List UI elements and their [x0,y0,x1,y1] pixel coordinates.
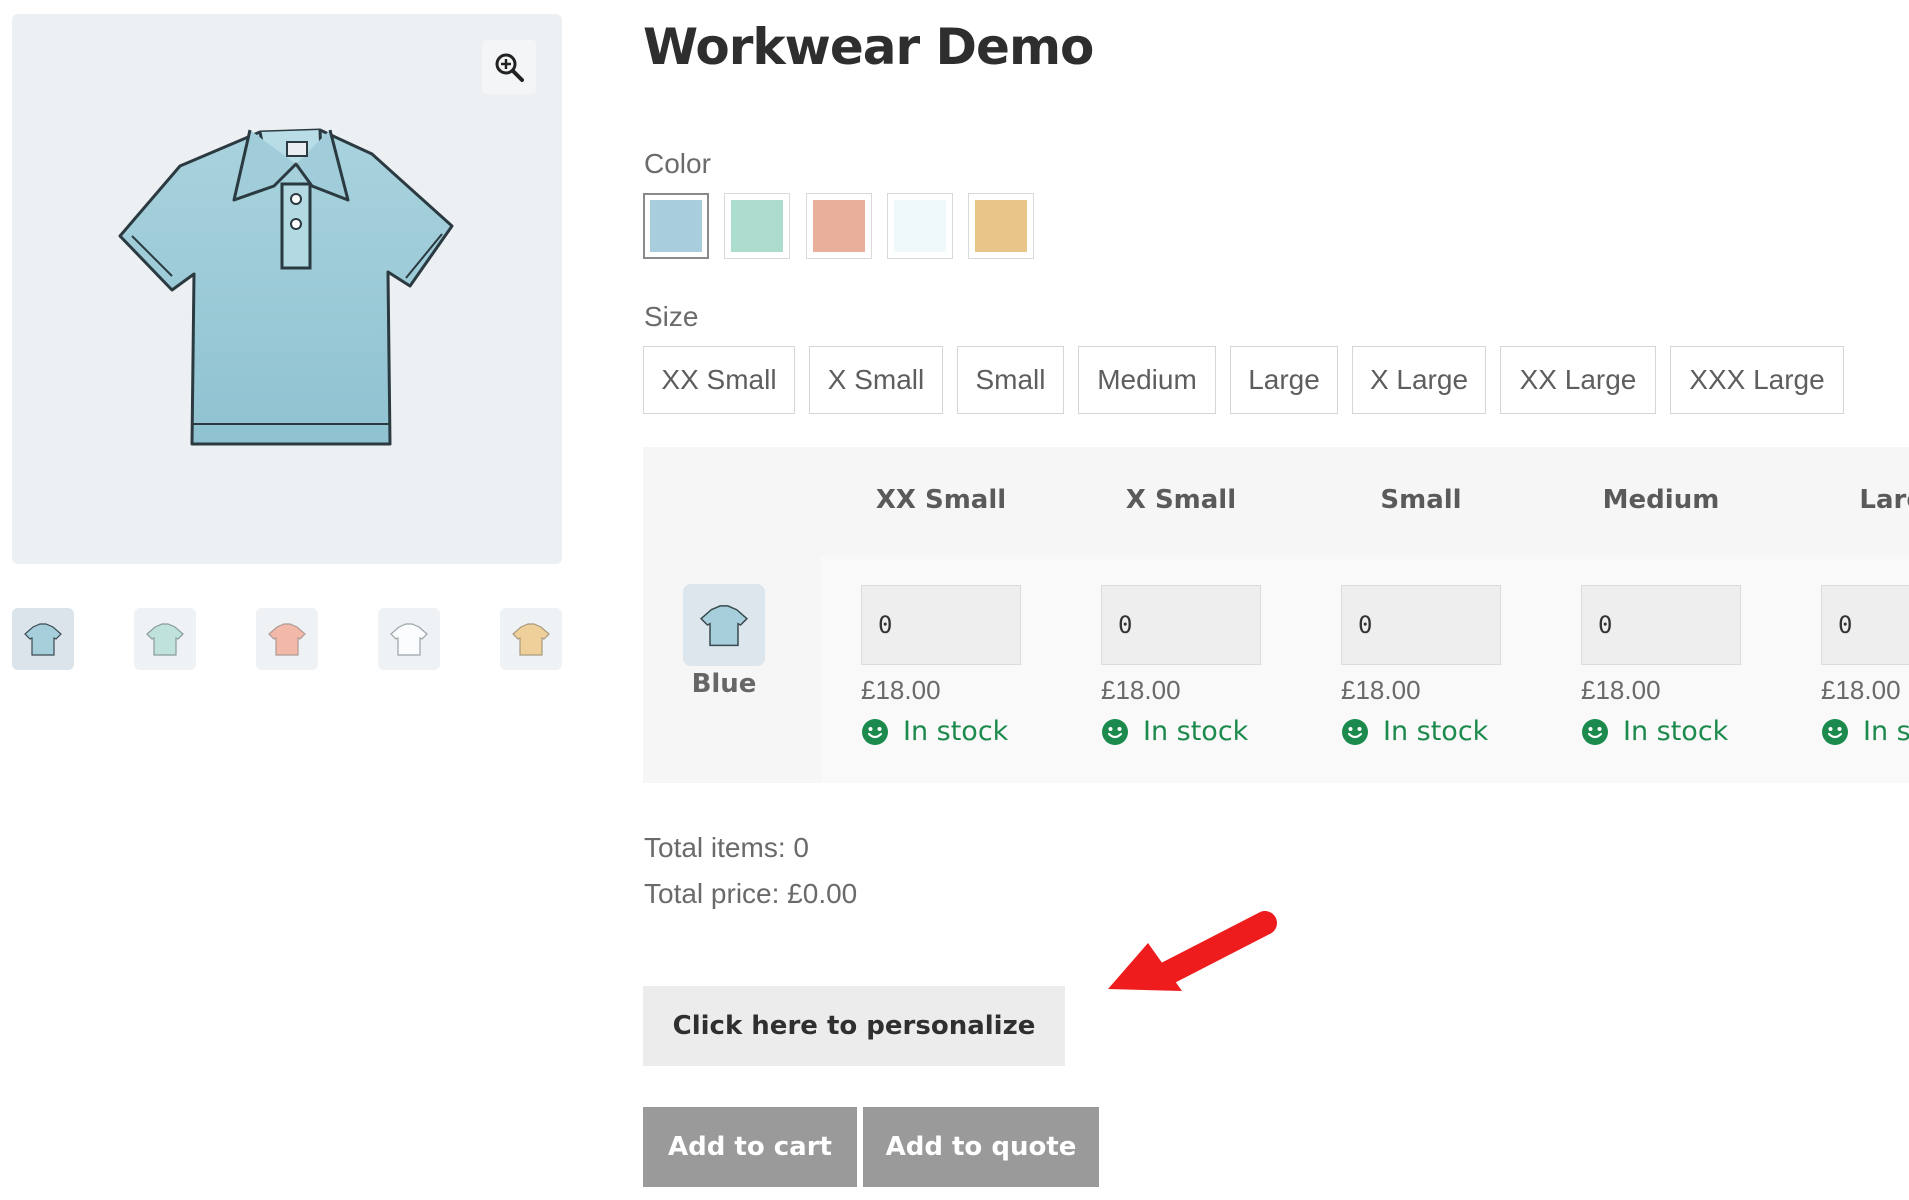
price-text: £18.00 [1341,675,1421,705]
total-price: Total price: £0.00 [644,878,858,909]
smiley-icon [1582,718,1608,745]
stock-text: In stock [1863,716,1909,747]
thumbnail-peach[interactable] [256,608,318,670]
shirt-thumbnail-icon [268,623,306,656]
color-swatch-peach[interactable] [806,193,872,259]
stock-status: In stock [1101,716,1301,747]
color-swatch-yellow[interactable] [968,193,1034,259]
matrix-cell-xx-small: £18.00 In stock [861,585,1061,747]
product-title: Workwear Demo [643,18,1094,76]
stock-text: In stock [1143,716,1249,747]
stock-status: In stock [861,716,1061,747]
swatch-fill [894,200,946,252]
shirt-thumbnail-icon [699,605,749,647]
size-option-x-large[interactable]: X Large [1352,346,1486,414]
smiley-icon [1102,718,1128,745]
thumbnail-mint[interactable] [134,608,196,670]
stock-status: In stock [1581,716,1781,747]
swatch-fill [731,200,783,252]
quantity-input-xx-small[interactable] [861,585,1021,665]
personalize-button[interactable]: Click here to personalize [643,986,1065,1066]
shirt-thumbnail-icon [512,623,550,656]
row-label-blue: Blue [691,669,757,699]
variation-matrix: XX Small X Small Small Medium Large Blue… [643,447,1909,783]
red-arrow-annotation [1108,911,1277,991]
column-header-medium: Medium [1602,485,1720,515]
color-swatch-blue[interactable] [643,193,709,259]
thumbnail-yellow[interactable] [500,608,562,670]
color-label: Color [644,148,711,179]
price-text: £18.00 [1581,675,1661,705]
size-option-xx-large[interactable]: XX Large [1500,346,1656,414]
polo-shirt-illustration [118,128,454,446]
stock-status: In stock [1341,716,1541,747]
size-option-small[interactable]: Small [957,346,1064,414]
zoom-in-icon [495,53,524,82]
add-to-cart-button[interactable]: Add to cart [643,1107,857,1187]
color-swatch-mint[interactable] [724,193,790,259]
swatch-fill [650,200,702,252]
matrix-cell-small: £18.00 In stock [1341,585,1541,747]
column-header-large: Large [1859,485,1909,515]
size-option-xx-small[interactable]: XX Small [643,346,795,414]
stock-text: In stock [1623,716,1729,747]
price-text: £18.00 [1821,675,1901,705]
price-text: £18.00 [1101,675,1181,705]
quantity-input-large[interactable] [1821,585,1909,665]
quantity-input-medium[interactable] [1581,585,1741,665]
thumbnail-white[interactable] [378,608,440,670]
row-thumbnail [683,584,765,666]
size-label: Size [644,301,699,332]
shirt-thumbnail-icon [146,623,184,656]
swatch-fill [975,200,1027,252]
column-header-x-small: X Small [1125,485,1237,515]
stock-text: In stock [903,716,1009,747]
stock-text: In stock [1383,716,1489,747]
matrix-cell-x-small: £18.00 In stock [1101,585,1301,747]
total-items: Total items: 0 [644,832,809,863]
matrix-cell-large: £18.00 In stock [1821,585,1909,747]
smiley-icon [862,718,888,745]
quantity-input-x-small[interactable] [1101,585,1261,665]
swatch-fill [813,200,865,252]
add-to-quote-button[interactable]: Add to quote [863,1107,1099,1187]
price-text: £18.00 [861,675,941,705]
product-main-image[interactable] [12,14,562,564]
quantity-input-small[interactable] [1341,585,1501,665]
shirt-thumbnail-icon [24,623,62,656]
size-option-x-small[interactable]: X Small [809,346,943,414]
smiley-icon [1822,718,1848,745]
smiley-icon [1342,718,1368,745]
column-header-xx-small: XX Small [875,485,1007,515]
color-swatch-white[interactable] [887,193,953,259]
thumbnail-strip [12,608,562,670]
zoom-button[interactable] [482,40,536,94]
thumbnail-blue[interactable] [12,608,74,670]
matrix-cell-medium: £18.00 In stock [1581,585,1781,747]
size-option-large[interactable]: Large [1230,346,1338,414]
shirt-thumbnail-icon [390,623,428,656]
column-header-small: Small [1380,485,1462,515]
size-option-medium[interactable]: Medium [1078,346,1216,414]
size-option-xxx-large[interactable]: XXX Large [1670,346,1844,414]
stock-status: In stock [1821,716,1909,747]
